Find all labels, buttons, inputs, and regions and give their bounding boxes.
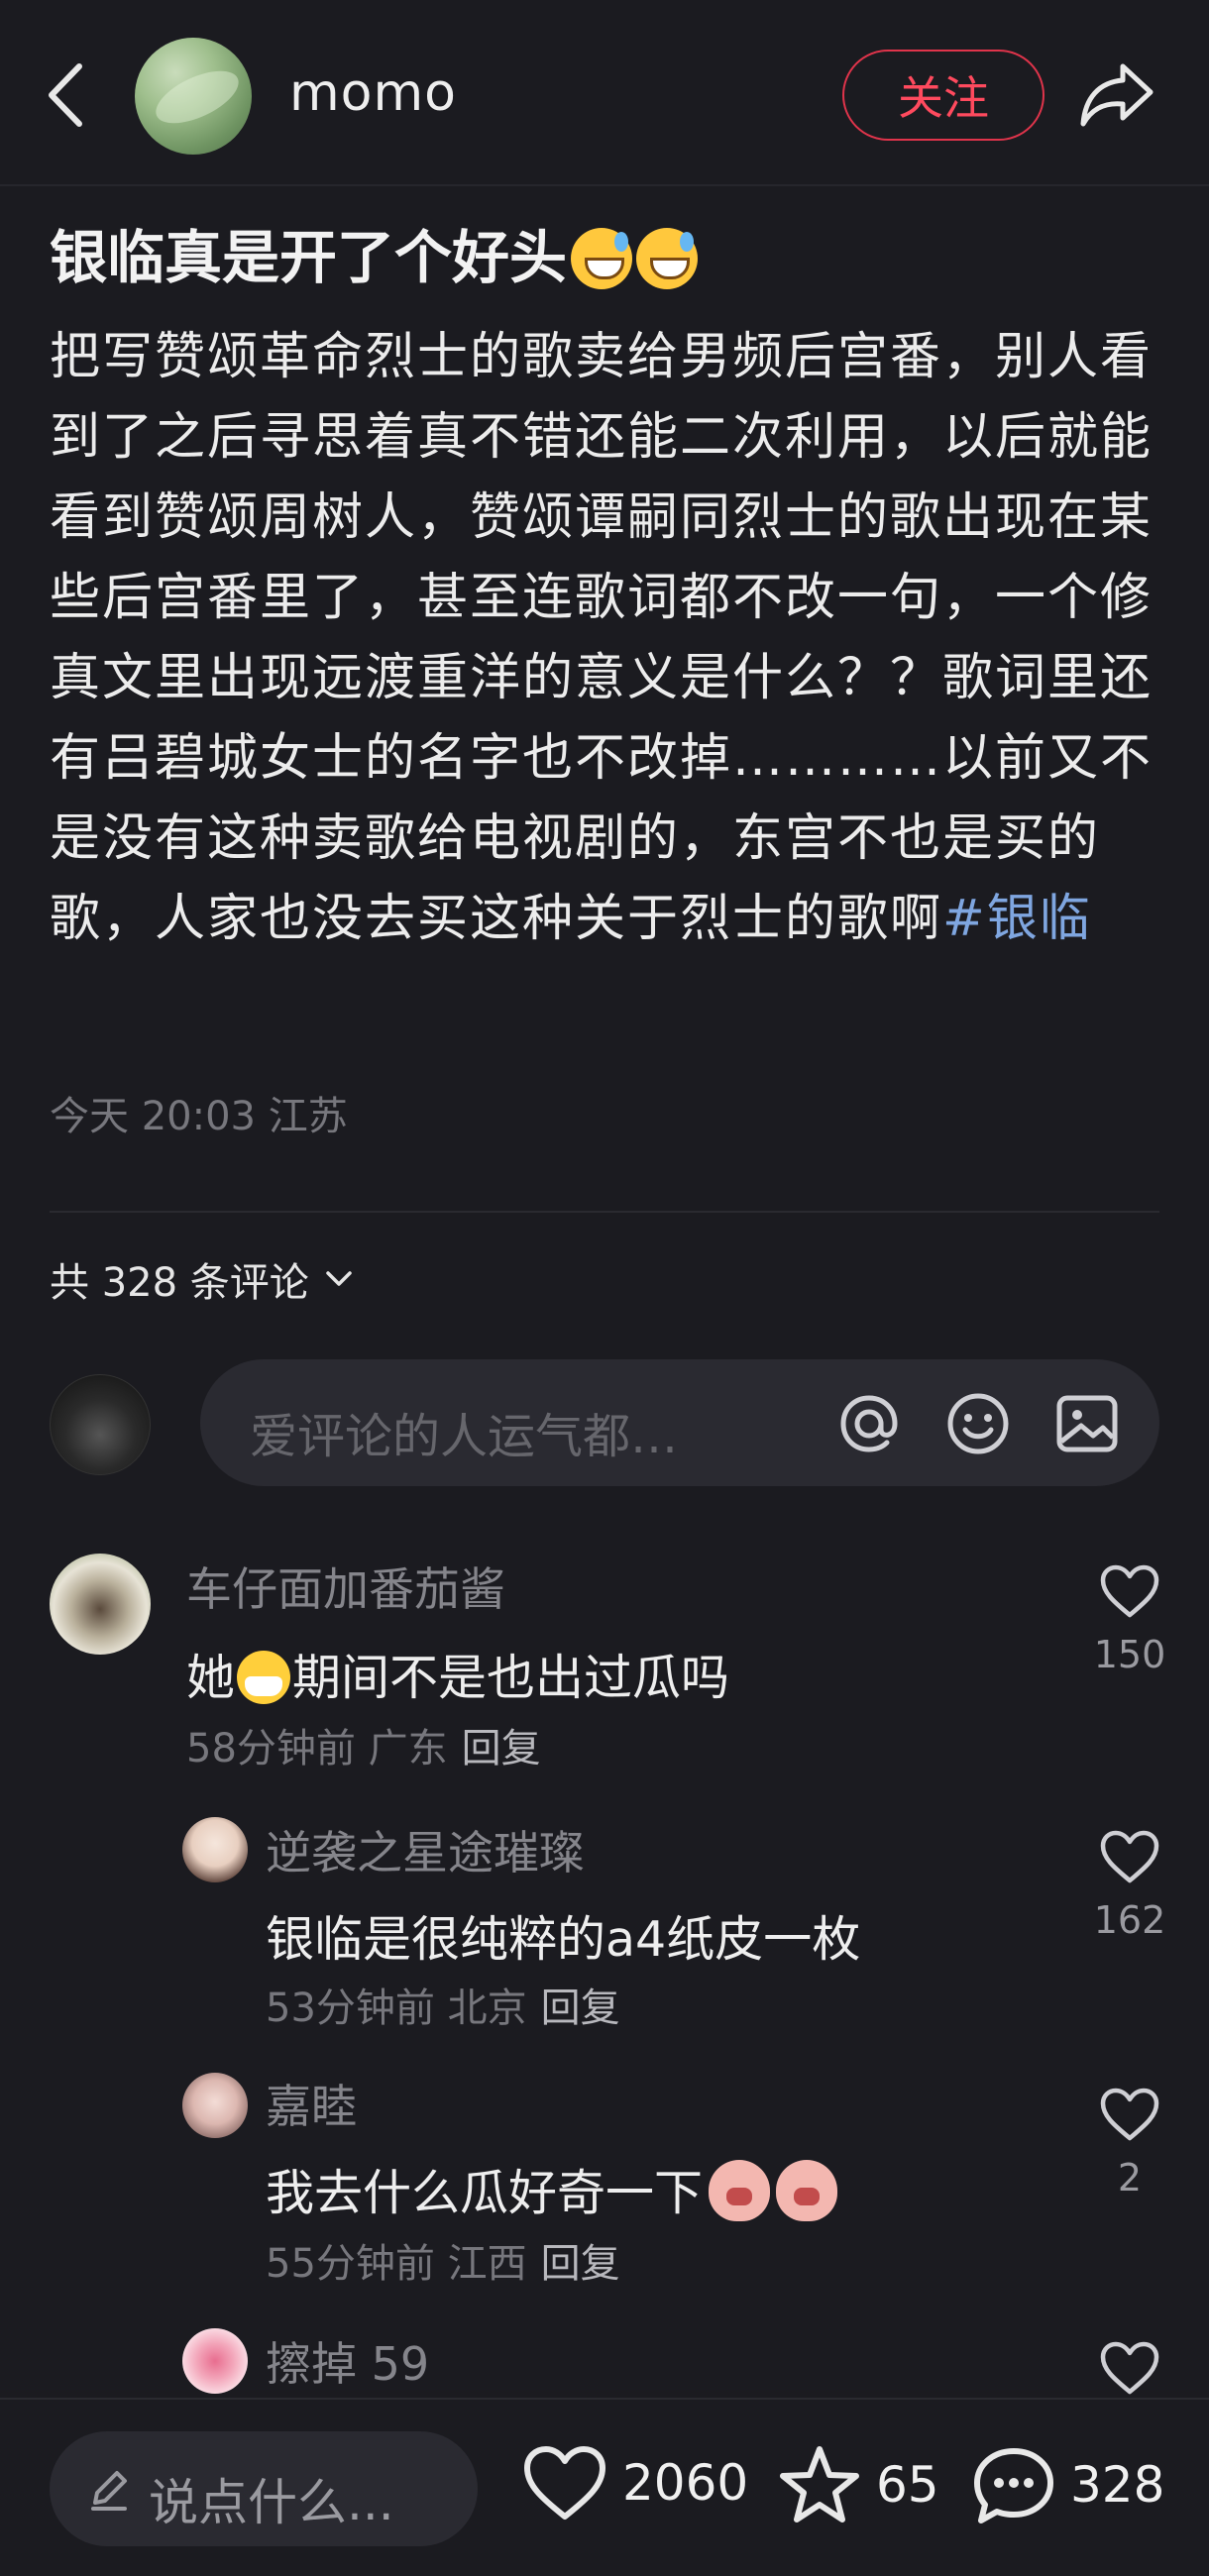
comment-bubble-icon	[974, 2448, 1053, 2523]
reply-item: 嘉睦 我去什么瓜好奇一下 55分钟前 江西 回复 2	[0, 2069, 1209, 2297]
comment-meta: 58分钟前 广东 回复	[186, 1716, 541, 1773]
comment-meta: 55分钟前 江西 回复	[266, 2231, 620, 2289]
favorite-count: 65	[876, 2456, 939, 2514]
sweat-smile-emoji-icon	[636, 228, 699, 289]
comment-text: 银临是很纯粹的a4纸皮一枚	[266, 1911, 861, 1968]
comment-text-part: 期间不是也出过瓜吗	[292, 1650, 730, 1706]
reply-button[interactable]: 回复	[541, 2241, 620, 2287]
comments-count-label: 共 328 条评论	[50, 1260, 309, 1306]
commenter-avatar[interactable]	[50, 1554, 151, 1655]
post-title-text: 银临真是开了个好头	[50, 224, 568, 291]
like-count: 150	[1093, 1633, 1166, 1676]
comment-post-button[interactable]: 328	[971, 2443, 1164, 2526]
favorite-post-button[interactable]: 65	[777, 2443, 939, 2526]
comment-meta: 53分钟前 北京 回复	[266, 1976, 620, 2033]
pencil-icon	[91, 2471, 127, 2511]
post-body: 把写赞颂革命烈士的歌卖给男频后宫番，别人看到了之后寻思着真不错还能二次利用，以后…	[50, 317, 1179, 959]
emoji-button[interactable]	[943, 1389, 1013, 1458]
heart-icon	[1100, 1830, 1159, 1883]
post-timestamp-location: 今天 20:03 江苏	[50, 1094, 348, 1139]
comment-input-placeholder: 爱评论的人运气都…	[250, 1409, 679, 1464]
heart-icon	[1100, 2088, 1159, 2141]
like-post-button[interactable]: 2060	[521, 2443, 748, 2522]
divider	[50, 1211, 1159, 1213]
follow-button[interactable]: 关注	[842, 50, 1044, 141]
share-icon	[1080, 63, 1154, 127]
star-icon	[780, 2446, 859, 2522]
heart-icon	[524, 2446, 605, 2520]
author-avatar[interactable]	[135, 38, 252, 155]
commenter-name[interactable]: 嘉睦	[266, 2071, 357, 2136]
bottom-action-bar: 说点什么... 2060 65 328	[0, 2398, 1209, 2576]
smiley-icon	[947, 1393, 1009, 1454]
reply-item: 逆袭之星途璀璨 银临是很纯粹的a4纸皮一枚 53分钟前 北京 回复 162	[0, 1813, 1209, 2041]
commenter-name[interactable]: 逆袭之星途璀璨	[266, 1817, 585, 1882]
commenter-name[interactable]: 擦掉 59	[266, 2328, 429, 2394]
comment-like[interactable]	[1090, 2340, 1169, 2398]
commenter-avatar[interactable]	[182, 2328, 248, 2394]
comment-like[interactable]: 2	[1090, 2087, 1169, 2200]
chevron-left-icon	[49, 63, 82, 127]
like-count: 2060	[622, 2454, 749, 2512]
comment-time-location: 55分钟前 江西	[266, 2241, 527, 2287]
commenter-name[interactable]: 车仔面加番茄酱	[186, 1554, 505, 1619]
comment-text-part: 她	[186, 1650, 236, 1706]
share-button[interactable]	[1076, 57, 1157, 133]
comment-like[interactable]: 150	[1090, 1563, 1169, 1676]
comment-time-location: 58分钟前 广东	[186, 1726, 448, 1771]
post-title: 银临真是开了个好头	[50, 220, 1159, 295]
like-count: 162	[1093, 1898, 1166, 1942]
header-bar: momo 关注	[0, 0, 1209, 186]
comment-count: 328	[1070, 2456, 1165, 2514]
current-user-avatar[interactable]	[50, 1374, 151, 1475]
comment-time-location: 53分钟前 北京	[266, 1986, 527, 2031]
like-count: 2	[1117, 2156, 1143, 2200]
back-button[interactable]	[36, 57, 95, 133]
comment-text: 她期间不是也出过瓜吗	[186, 1639, 729, 1709]
say-something-input[interactable]: 说点什么...	[50, 2431, 478, 2546]
reply-button[interactable]: 回复	[541, 1986, 620, 2031]
commenter-avatar[interactable]	[182, 2073, 248, 2138]
reply-button[interactable]: 回复	[462, 1726, 541, 1771]
comment-item: 车仔面加番茄酱 她期间不是也出过瓜吗 58分钟前 广东 回复 150	[0, 1546, 1209, 1783]
comment-text: 我去什么瓜好奇一下	[266, 2154, 838, 2224]
at-mention-icon	[840, 1395, 898, 1452]
comment-input[interactable]: 爱评论的人运气都…	[200, 1359, 1159, 1486]
commenter-avatar[interactable]	[182, 1817, 248, 1882]
heart-icon	[1100, 2341, 1159, 2395]
hashtag-link[interactable]: #银临	[942, 890, 1092, 948]
image-button[interactable]	[1052, 1389, 1122, 1458]
comment-like[interactable]: 162	[1090, 1829, 1169, 1942]
chevron-down-icon	[326, 1271, 352, 1286]
post-detail-page: momo 关注 银临真是开了个好头 把写赞颂革命烈士的歌卖给男频后宫番，别人看到…	[0, 0, 1209, 2576]
say-something-placeholder: 说点什么...	[149, 2474, 394, 2531]
mention-button[interactable]	[834, 1389, 904, 1458]
comment-text-part: 我去什么瓜好奇一下	[266, 2165, 704, 2221]
reply-item: 擦掉 59	[0, 2324, 1209, 2398]
comments-count-sort[interactable]: 共 328 条评论	[50, 1250, 353, 1308]
sweat-smile-emoji-icon	[571, 228, 633, 289]
mask-face-emoji-icon	[237, 1651, 291, 1704]
pig-emoji-icon	[709, 2160, 771, 2221]
post-body-text: 把写赞颂革命烈士的歌卖给男频后宫番，别人看到了之后寻思着真不错还能二次利用，以后…	[50, 328, 1154, 948]
image-icon	[1056, 1395, 1118, 1452]
pig-emoji-icon	[776, 2160, 838, 2221]
heart-icon	[1100, 1564, 1159, 1618]
author-name[interactable]: momo	[289, 63, 457, 123]
